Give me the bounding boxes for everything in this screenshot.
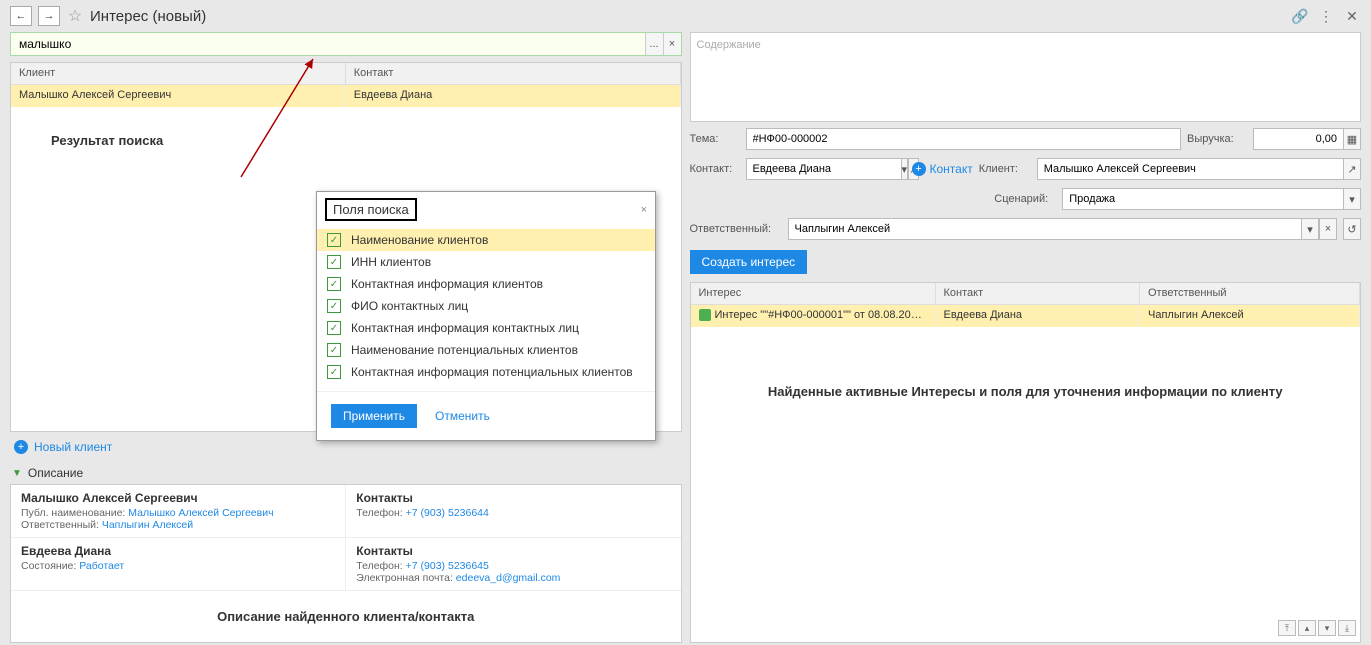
close-icon[interactable]: ✕ — [1343, 7, 1361, 25]
left-column: ... × Клиент Контакт Малышко Алексей Сер… — [10, 32, 682, 643]
description-section-toggle[interactable]: ▼ Описание — [10, 462, 682, 484]
resp-dropdown-button[interactable]: ▾ — [1301, 218, 1319, 240]
star-icon[interactable]: ☆ — [66, 7, 84, 25]
search-results-panel: Клиент Контакт Малышко Алексей Сергеевич… — [10, 62, 682, 432]
description-box: Малышко Алексей Сергеевич Публ. наименов… — [10, 484, 682, 643]
popup-item[interactable]: ✓Контактная информация потенциальных кли… — [317, 361, 655, 383]
nav-forward-button[interactable]: → — [38, 6, 60, 26]
state-link[interactable]: Работает — [79, 560, 124, 572]
contacts-header: Контакты — [356, 491, 670, 505]
scenario-dropdown-button[interactable]: ▾ — [1343, 188, 1361, 210]
popup-item[interactable]: ✓Контактная информация контактных лиц — [317, 317, 655, 339]
search-input[interactable] — [11, 33, 645, 55]
checkbox-icon[interactable]: ✓ — [327, 299, 341, 313]
pub-name-link[interactable]: Малышко Алексей Сергеевич — [128, 507, 273, 519]
search-clear-button[interactable]: × — [663, 33, 681, 55]
resp-history-button[interactable]: ↺ — [1343, 218, 1361, 240]
checkbox-icon[interactable]: ✓ — [327, 343, 341, 357]
int-col-responsible[interactable]: Ответственный — [1140, 283, 1360, 304]
anno-right-label: Найденные активные Интересы и поля для у… — [691, 383, 1361, 401]
phone-link[interactable]: +7 (903) 5236644 — [406, 507, 489, 519]
page-title: Интерес (новый) — [90, 8, 206, 25]
col-client-header[interactable]: Клиент — [11, 63, 346, 84]
anno-desc-label: Описание найденного клиента/контакта — [11, 591, 681, 642]
search-more-button[interactable]: ... — [645, 33, 663, 55]
document-icon — [699, 309, 711, 321]
nav-first-button[interactable]: ⤒ — [1278, 620, 1296, 636]
popup-item[interactable]: ✓Контактная информация клиентов — [317, 273, 655, 295]
search-result-row[interactable]: Малышко Алексей Сергеевич Евдеева Диана — [11, 85, 681, 107]
col-contact-header[interactable]: Контакт — [346, 63, 681, 84]
chevron-down-icon: ▼ — [12, 468, 22, 479]
content-textarea[interactable]: Содержание — [690, 32, 1362, 122]
nav-up-button[interactable]: ▴ — [1298, 620, 1316, 636]
scenario-input[interactable] — [1062, 188, 1343, 210]
phone-link[interactable]: +7 (903) 5236645 — [406, 560, 489, 572]
apply-button[interactable]: Применить — [331, 404, 417, 428]
right-column: Содержание Тема: Выручка: ▦ Контакт: ▾ ↗… — [690, 32, 1362, 643]
cancel-button[interactable]: Отменить — [435, 409, 490, 423]
checkbox-icon[interactable]: ✓ — [327, 255, 341, 269]
topic-input[interactable] — [746, 128, 1182, 150]
checkbox-icon[interactable]: ✓ — [327, 321, 341, 335]
checkbox-icon[interactable]: ✓ — [327, 277, 341, 291]
search-bar: ... × — [10, 32, 682, 56]
more-icon[interactable]: ⋮ — [1317, 7, 1335, 25]
result-client-cell: Малышко Алексей Сергеевич — [11, 85, 346, 107]
email-link[interactable]: edeeva_d@gmail.com — [456, 572, 561, 584]
int-col-interest[interactable]: Интерес — [691, 283, 936, 304]
nav-back-button[interactable]: ← — [10, 6, 32, 26]
desc-client-name: Малышко Алексей Сергеевич — [21, 491, 335, 505]
contact-input[interactable] — [746, 158, 901, 180]
popup-item[interactable]: ✓Наименование клиентов — [317, 229, 655, 251]
responsible-link[interactable]: Чаплыгин Алексей — [102, 519, 193, 531]
titlebar: ← → ☆ Интерес (новый) 🔗 ⋮ ✕ — [0, 0, 1371, 32]
nav-last-button[interactable]: ⤓ — [1338, 620, 1356, 636]
revenue-calc-button[interactable]: ▦ — [1343, 128, 1361, 150]
popup-item[interactable]: ✓Наименование потенциальных клиентов — [317, 339, 655, 361]
popup-option-list: ✓Наименование клиентов ✓ИНН клиентов ✓Ко… — [317, 227, 655, 385]
plus-icon: + — [912, 162, 926, 176]
search-fields-popup: Поля поиска × ✓Наименование клиентов ✓ИН… — [316, 191, 656, 441]
client-open-button[interactable]: ↗ — [1343, 158, 1361, 180]
contact-chip[interactable]: +Контакт — [912, 162, 973, 176]
responsible-input[interactable] — [788, 218, 1302, 240]
resp-clear-button[interactable]: × — [1319, 218, 1337, 240]
revenue-input[interactable] — [1253, 128, 1343, 150]
popup-item[interactable]: ✓ФИО контактных лиц — [317, 295, 655, 317]
checkbox-icon[interactable]: ✓ — [327, 233, 341, 247]
anno-result-label: Результат поиска — [51, 133, 163, 148]
client-input[interactable] — [1037, 158, 1343, 180]
popup-title: Поля поиска — [325, 198, 417, 221]
checkbox-icon[interactable]: ✓ — [327, 365, 341, 379]
contact-dropdown-button[interactable]: ▾ — [901, 158, 909, 180]
popup-close-button[interactable]: × — [641, 204, 647, 216]
result-contact-cell: Евдеева Диана — [346, 85, 681, 107]
nav-down-button[interactable]: ▾ — [1318, 620, 1336, 636]
link-icon[interactable]: 🔗 — [1291, 7, 1309, 25]
create-interest-button[interactable]: Создать интерес — [690, 250, 808, 274]
interest-row[interactable]: Интерес ""#НФ00-000001"" от 08.08.2019, … — [691, 305, 1361, 327]
int-col-contact[interactable]: Контакт — [936, 283, 1141, 304]
desc-contact-name: Евдеева Диана — [21, 544, 335, 558]
interests-table: Интерес Контакт Ответственный Интерес ""… — [690, 282, 1362, 643]
plus-icon: + — [14, 440, 28, 454]
popup-item[interactable]: ✓ИНН клиентов — [317, 251, 655, 273]
